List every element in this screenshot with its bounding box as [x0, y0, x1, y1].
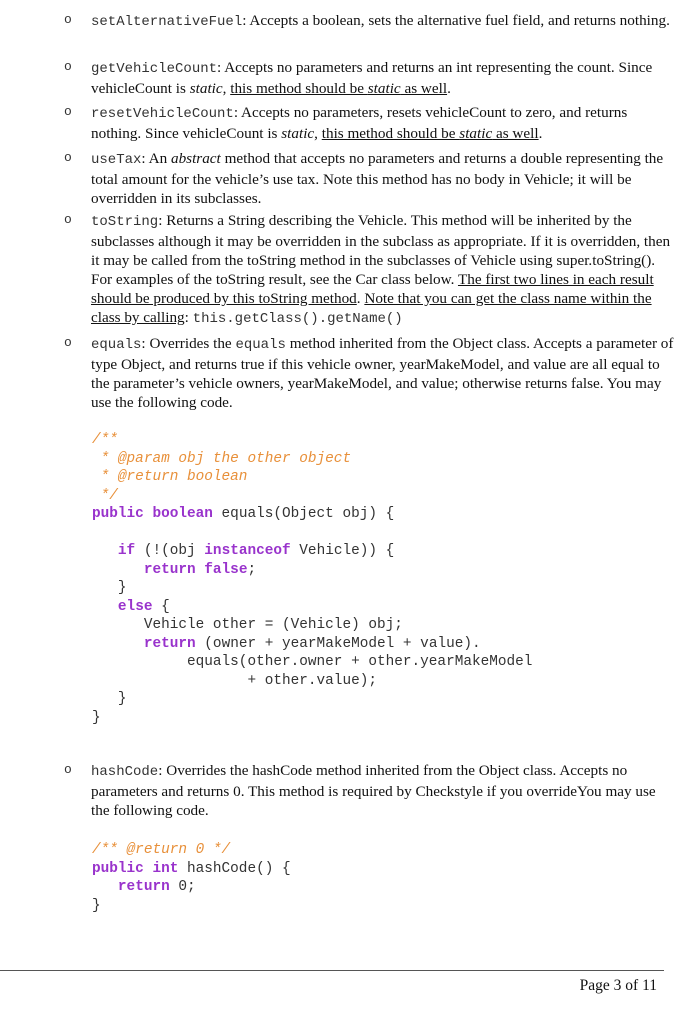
- code-line: equals(other.owner + other.yearMakeModel: [92, 653, 532, 672]
- code-line: }: [92, 690, 532, 709]
- code-line: /** @return 0 */: [92, 841, 291, 860]
- code-comment: /**: [92, 432, 118, 448]
- code-text: Vehicle other = (Vehicle) obj;: [92, 617, 403, 633]
- bullet-icon: o: [64, 59, 72, 74]
- code-keyword: public boolean: [92, 506, 213, 522]
- description-text: as well: [400, 80, 448, 97]
- description-text: : Overrides the hashCode method inherite…: [91, 762, 656, 819]
- bullet-icon: o: [64, 12, 72, 27]
- method-name: getVehicleCount: [91, 61, 218, 77]
- code-text: + other.value);: [92, 672, 377, 689]
- code-line: + other.value);: [92, 672, 532, 691]
- code-keyword: return: [143, 635, 196, 652]
- code-line: return (owner + yearMakeModel + value).: [92, 635, 532, 654]
- description-text: this method should be: [321, 125, 460, 142]
- code-line: public int hashCode() {: [92, 860, 291, 879]
- code-text: (owner + yearMakeModel + value).: [195, 635, 481, 652]
- method-name: hashCode: [91, 764, 159, 780]
- method-item-equals: equals: Overrides the equals method inhe…: [91, 334, 676, 412]
- description-text: this method should be: [230, 80, 368, 97]
- code-line: * @param obj the other object: [92, 450, 532, 469]
- method-name: equals: [91, 337, 142, 353]
- code-line: return 0;: [92, 878, 291, 897]
- code-keyword: return: [117, 879, 170, 895]
- code-comment: * @return boolean: [92, 469, 248, 485]
- bullet-icon: o: [64, 212, 72, 227]
- method-name: resetVehicleCount: [91, 106, 234, 122]
- code-line: */: [92, 487, 532, 506]
- code-text: hashCode() {: [178, 860, 291, 877]
- method-name: setAlternativeFuel: [91, 14, 243, 30]
- bullet-icon: o: [64, 104, 72, 119]
- code-comment: * @param obj the other object: [92, 450, 352, 467]
- method-name: toString: [91, 214, 159, 230]
- description-text: : Overrides the: [141, 335, 236, 352]
- code-text: ;: [247, 561, 257, 578]
- bullet-icon: o: [64, 762, 72, 777]
- description-text: .: [538, 125, 543, 142]
- code-text: }: [92, 709, 101, 726]
- code-comment: */: [92, 487, 118, 504]
- description-text: static: [367, 80, 401, 97]
- description-text: this.getClass().getName(): [192, 311, 403, 327]
- code-line: /**: [92, 431, 532, 450]
- hashcode-code-block: /** @return 0 */public int hashCode() { …: [92, 841, 291, 915]
- bullet-icon: o: [64, 335, 72, 350]
- description-text: abstract: [170, 150, 221, 167]
- code-line: }: [92, 897, 291, 916]
- code-text: (!(obj: [135, 543, 205, 559]
- code-text: {: [152, 598, 170, 615]
- method-item-tostring: toString: Returns a String describing th…: [91, 211, 676, 329]
- equals-code-block: /** * @param obj the other object * @ret…: [92, 431, 532, 727]
- description-text: equals: [235, 337, 286, 353]
- code-line: }: [92, 709, 532, 728]
- code-text: }: [92, 691, 127, 707]
- description-text: : Accepts a boolean, sets the alternativ…: [242, 12, 670, 29]
- description-text: :: [184, 309, 193, 326]
- description-text: .: [447, 80, 451, 97]
- code-line: else {: [92, 598, 532, 617]
- code-text: 0;: [169, 879, 196, 895]
- method-item-getvehiclecount: getVehicleCount: Accepts no parameters a…: [91, 58, 676, 98]
- description-text: ,: [314, 125, 322, 142]
- method-item-hashcode: hashCode: Overrides the hashCode method …: [91, 761, 676, 820]
- code-text: }: [92, 897, 101, 914]
- code-comment: /** @return 0 */: [92, 842, 231, 858]
- code-keyword: public int: [92, 860, 179, 877]
- code-line: return false;: [92, 561, 532, 580]
- code-text: }: [92, 580, 127, 596]
- description-text: static: [459, 125, 493, 142]
- description-text: static: [281, 125, 315, 142]
- code-line: }: [92, 579, 532, 598]
- method-item-resetvehiclecount: resetVehicleCount: Accepts no parameters…: [91, 103, 676, 143]
- description-text: static: [189, 80, 223, 97]
- code-text: equals(other.owner + other.yearMakeModel: [92, 654, 533, 670]
- page-number: Page 3 of 11: [579, 977, 657, 994]
- method-item-usetax: useTax: An abstract method that accepts …: [91, 149, 676, 208]
- footer-divider: [0, 970, 664, 971]
- method-name: useTax: [91, 152, 142, 168]
- code-keyword: else: [117, 598, 153, 615]
- code-text: equals(Object obj) {: [212, 506, 395, 522]
- method-item-setalternativefuel: setAlternativeFuel: Accepts a boolean, s…: [91, 11, 676, 32]
- code-line: * @return boolean: [92, 468, 532, 487]
- bullet-icon: o: [64, 150, 72, 165]
- code-text: Vehicle)) {: [290, 543, 395, 559]
- code-line: Vehicle other = (Vehicle) obj;: [92, 616, 532, 635]
- description-text: as well: [492, 125, 539, 142]
- code-keyword: return false: [143, 561, 248, 578]
- code-line: if (!(obj instanceof Vehicle)) {: [92, 542, 532, 561]
- code-keyword: if: [117, 543, 136, 559]
- code-line: public boolean equals(Object obj) {: [92, 505, 532, 524]
- code-keyword: instanceof: [204, 543, 291, 559]
- description-text: : An: [141, 150, 171, 167]
